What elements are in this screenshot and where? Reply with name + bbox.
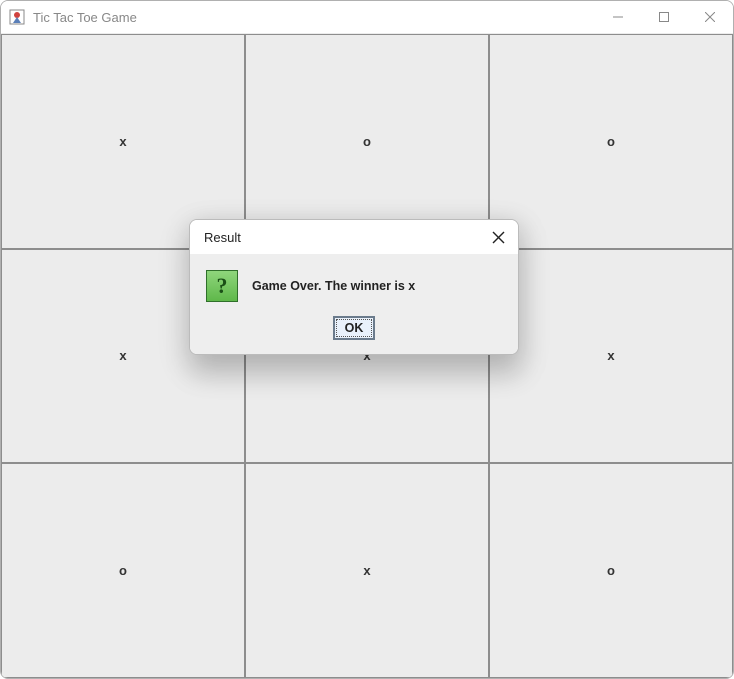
dialog-message-row: ? Game Over. The winner is x (206, 270, 502, 302)
cell-1-2[interactable]: x (489, 249, 733, 464)
window-title: Tic Tac Toe Game (33, 10, 595, 25)
maximize-button[interactable] (641, 1, 687, 33)
dialog-close-button[interactable] (488, 227, 508, 247)
minimize-button[interactable] (595, 1, 641, 33)
main-window: Tic Tac Toe Game x o o x x x o x o (0, 0, 734, 679)
dialog-message: Game Over. The winner is x (252, 279, 415, 293)
dialog-header: Result (190, 220, 518, 254)
cell-2-2[interactable]: o (489, 463, 733, 678)
game-area: x o o x x x o x o Result ? Game Over. Th… (1, 33, 733, 678)
ok-button[interactable]: OK (333, 316, 376, 340)
result-dialog: Result ? Game Over. The winner is x OK (189, 219, 519, 355)
cell-2-1[interactable]: x (245, 463, 489, 678)
cell-0-0[interactable]: x (1, 34, 245, 249)
close-button[interactable] (687, 1, 733, 33)
dialog-title: Result (204, 230, 488, 245)
cell-0-2[interactable]: o (489, 34, 733, 249)
cell-2-0[interactable]: o (1, 463, 245, 678)
app-icon (9, 9, 25, 25)
cell-0-1[interactable]: o (245, 34, 489, 249)
window-controls (595, 1, 733, 33)
question-icon: ? (206, 270, 238, 302)
dialog-body: ? Game Over. The winner is x OK (190, 254, 518, 354)
titlebar: Tic Tac Toe Game (1, 1, 733, 33)
